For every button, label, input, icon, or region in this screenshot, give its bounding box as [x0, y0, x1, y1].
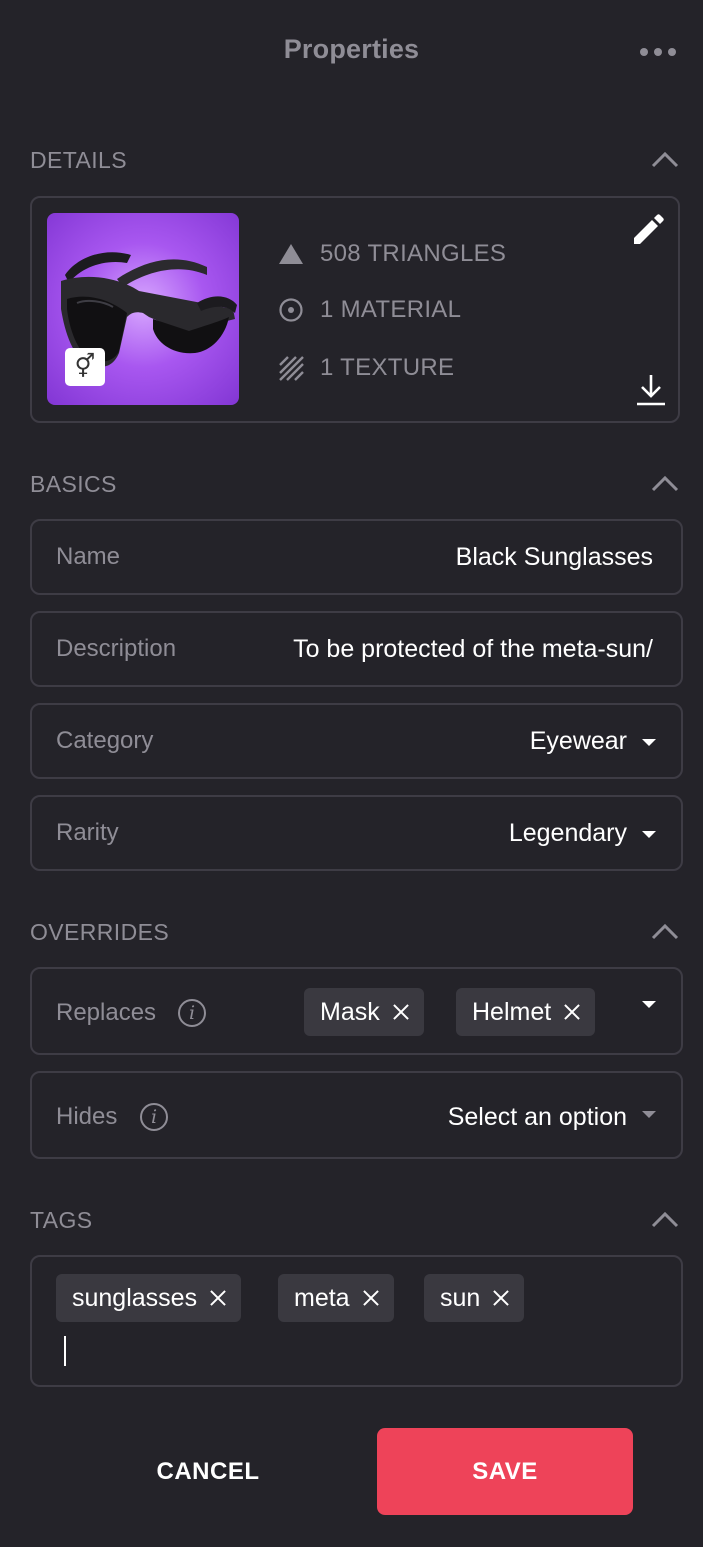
more-options-icon[interactable] — [636, 38, 680, 66]
panel-title: Properties — [283, 34, 420, 64]
name-field[interactable]: Name Black Sunglasses — [30, 519, 683, 595]
chevron-down-icon[interactable] — [642, 1001, 656, 1008]
close-icon[interactable] — [492, 1289, 510, 1307]
rarity-value[interactable]: Legendary — [509, 797, 627, 869]
save-button[interactable]: SAVE — [377, 1428, 633, 1515]
section-label-details: DETAILS — [30, 147, 127, 173]
info-icon[interactable]: i — [140, 1103, 168, 1131]
material-icon — [278, 297, 304, 323]
description-field[interactable]: Description To be protected of the meta-… — [30, 611, 683, 687]
triangles-stat: 508 TRIANGLES — [278, 240, 506, 268]
unisex-icon: ⚥ — [65, 348, 105, 386]
rarity-select[interactable]: Rarity Legendary — [30, 795, 683, 871]
tags-input[interactable]: sunglasses meta sun — [30, 1255, 683, 1387]
tag-chip: sun — [424, 1274, 525, 1322]
triangles-count: 508 TRIANGLES — [320, 240, 507, 267]
category-label: Category — [56, 727, 154, 754]
section-label-basics: BASICS — [30, 471, 117, 497]
description-value[interactable]: To be protected of the meta-sun/ — [293, 613, 653, 685]
tag-chip: meta — [278, 1274, 394, 1322]
materials-stat: 1 MATERIAL — [278, 296, 461, 324]
chip-label: Helmet — [472, 997, 552, 1026]
materials-count: 1 MATERIAL — [320, 296, 462, 323]
replaces-label: Replaces — [56, 999, 157, 1026]
hides-select[interactable]: Hides i Select an option — [30, 1071, 683, 1159]
chevron-down-icon[interactable] — [642, 831, 656, 838]
collapse-details-icon[interactable] — [648, 148, 682, 172]
cancel-button[interactable]: CANCEL — [110, 1428, 306, 1516]
collapse-tags-icon[interactable] — [648, 1208, 682, 1232]
collapse-basics-icon[interactable] — [648, 472, 682, 496]
chevron-down-icon[interactable] — [642, 1111, 656, 1118]
text-cursor — [64, 1336, 66, 1366]
chip-label: Mask — [320, 997, 380, 1026]
name-label: Name — [56, 543, 121, 570]
tag-chip: sunglasses — [56, 1274, 242, 1322]
replaces-select[interactable]: Replaces i Mask Helmet — [30, 967, 683, 1055]
chevron-down-icon[interactable] — [642, 739, 656, 746]
close-icon[interactable] — [392, 1003, 410, 1021]
collapse-overrides-icon[interactable] — [648, 920, 682, 944]
hides-label: Hides — [56, 1103, 118, 1130]
tag-label: sunglasses — [72, 1283, 198, 1312]
tag-label: meta — [294, 1283, 350, 1312]
close-icon[interactable] — [362, 1289, 380, 1307]
category-select[interactable]: Category Eyewear — [30, 703, 683, 779]
description-label: Description — [56, 635, 177, 662]
close-icon[interactable] — [563, 1003, 581, 1021]
info-icon[interactable]: i — [178, 999, 206, 1027]
hides-placeholder[interactable]: Select an option — [448, 1073, 627, 1161]
textures-count: 1 TEXTURE — [320, 354, 455, 381]
replaces-chip: Mask — [304, 988, 424, 1036]
category-value[interactable]: Eyewear — [530, 705, 627, 777]
rarity-label: Rarity — [56, 819, 119, 846]
name-value[interactable]: Black Sunglasses — [456, 521, 653, 593]
close-icon[interactable] — [209, 1289, 227, 1307]
section-label-overrides: OVERRIDES — [30, 919, 170, 945]
texture-icon — [278, 355, 304, 381]
textures-stat: 1 TEXTURE — [278, 354, 454, 382]
replaces-chip: Helmet — [456, 988, 596, 1036]
section-label-tags: TAGS — [30, 1207, 93, 1233]
triangle-icon — [278, 241, 304, 267]
pencil-icon[interactable] — [630, 212, 666, 248]
tag-label: sun — [440, 1283, 481, 1312]
download-icon[interactable] — [634, 372, 668, 408]
